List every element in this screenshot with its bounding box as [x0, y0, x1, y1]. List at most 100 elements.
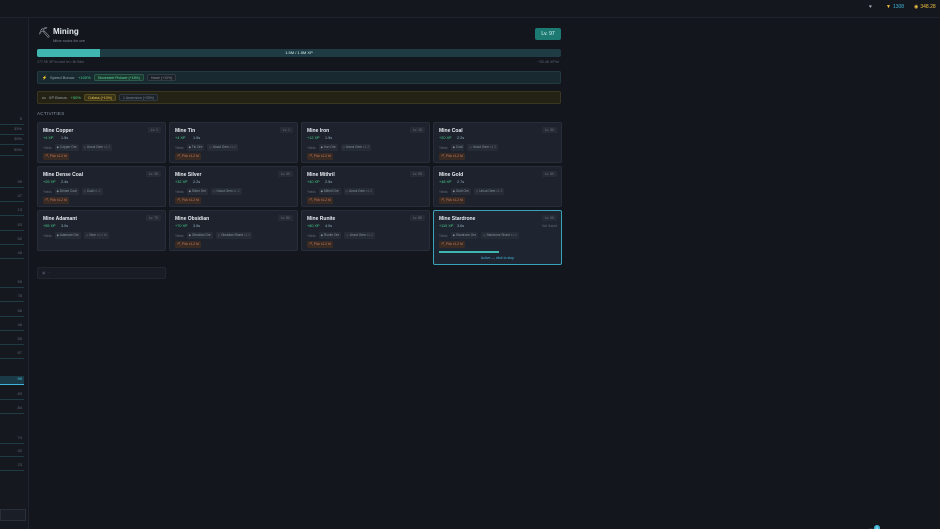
sidebar-skill-level[interactable]: 67 [0, 350, 24, 358]
sidebar-skill-level[interactable]: 23 [0, 462, 24, 470]
gem-icon: ◇ [217, 233, 221, 237]
sidebar-skill-level[interactable]: 84 [0, 405, 24, 413]
activity-yields: Yields ◆ Stardrone Ore ◇ Stardrone Shard… [439, 232, 519, 239]
sidebar-skill-level[interactable]: 83 [0, 391, 24, 399]
sidebar-skill-level[interactable]: 42 [0, 448, 24, 456]
activity-active-status[interactable]: Active — click to stop [434, 256, 561, 260]
xp-bonus-chip[interactable]: Cutlass (+10%) [83, 94, 116, 101]
sidebar-footer-button[interactable] [0, 509, 26, 521]
trophy-status[interactable]: ▼ 1308 [886, 4, 904, 10]
gem-icon: ◇ [85, 233, 89, 237]
yield-item: ◇ Uncut Gem x1-2 [211, 188, 242, 195]
sidebar-progress-line [0, 330, 24, 331]
yield-item: ◇ Uncut Gem x1-2 [207, 144, 238, 151]
activity-yields: Yields ◆ Runite Ore ◇ Uncut Gem x1-2 [307, 232, 375, 239]
sidebar-skill-level[interactable]: 46 [0, 322, 24, 330]
activity-time: 3.5s [193, 224, 201, 228]
page-title: Mining [53, 27, 79, 36]
activity-card[interactable]: Mine Runite Lv. 85 +80 XP 4.0s Yields ◆ Run… [301, 210, 430, 251]
activity-card[interactable]: Mine Mithril Lv. 55 +40 XP 2.5s Yields ◆ Mi… [301, 166, 430, 207]
yield-item-name: Stardrone Ore [455, 233, 477, 237]
tool-quantity: x1-2 lvl [452, 154, 463, 158]
activity-yields: Yields ◆ Dense Coal ◇ Coal x1-2 [43, 188, 103, 195]
ore-icon: ◆ [320, 233, 324, 237]
activity-xp: +70 XP [175, 224, 188, 228]
ore-icon: ◆ [452, 145, 456, 149]
yield-item-quantity: x1-2 [489, 145, 497, 149]
sidebar-skill-level[interactable]: 33% [0, 126, 24, 134]
xp-bonus-chip[interactable]: 1 Ascension (+25%) [118, 94, 159, 101]
sidebar-skill-level[interactable]: 56 [0, 308, 24, 316]
activity-time: 3.0s [61, 224, 69, 228]
tool-quantity: x1-2 lvl [188, 154, 199, 158]
activity-level-req: Lv. 60 [541, 171, 557, 177]
sidebar-skill-level[interactable]: 55 [0, 279, 24, 287]
yield-item-name: Coal [86, 189, 94, 193]
notification-count: 1 [874, 525, 880, 529]
activity-name: Mine Stardrone [439, 216, 476, 222]
activity-name: Mine Iron [307, 128, 330, 134]
yield-item: ◇ Coal x1-2 [81, 188, 103, 195]
yield-item: ◆ Obsidian Ore [186, 232, 213, 239]
coins-status[interactable]: ◉ 348.28 [914, 4, 936, 10]
speed-bonus-chip[interactable]: Haste (+10%) [146, 74, 177, 81]
activity-yields: Yields ◆ Silver Ore ◇ Uncut Gem x1-2 [175, 188, 242, 195]
sidebar-skill-level[interactable]: 5 [0, 116, 24, 124]
activity-card[interactable]: Mine Tin Lv. 1 +4 XP 1.5s Yields ◆ Tin Ore … [169, 122, 298, 163]
yield-item-name: Iron Ore [323, 145, 336, 149]
sidebar-skill-level[interactable]: 45 [0, 250, 24, 258]
sidebar-skill-level[interactable]: 52 [0, 236, 24, 244]
sidebar-skill-level[interactable]: 53 [0, 222, 24, 230]
yield-item: ◇ Stardrone Shard x1-2 [481, 232, 519, 239]
activity-level-req: Lv. 35 [145, 171, 161, 177]
sidebar-skill-level[interactable]: 13 [0, 207, 24, 215]
sidebar-progress-line [0, 456, 24, 457]
pickaxe-icon: ⛏ [177, 154, 182, 158]
coin-icon: ◉ [914, 4, 919, 10]
activity-card[interactable]: Mine Stardrone Lv. 95 +110 XP 3.6s Not Saved… [433, 210, 562, 265]
yield-item: ◆ Dense Coal [54, 188, 79, 195]
yield-item: ◆ Silver Ore [186, 188, 209, 195]
activity-card[interactable]: Mine Gold Lv. 60 +48 XP 2.7s Yields ◆ Gold … [433, 166, 562, 207]
yield-item-name: Dense Coal [59, 189, 77, 193]
activity-tool: ⛏ Pick x1-2 lvl [43, 153, 69, 160]
activity-card[interactable]: Mine Silver Lv. 40 +32 XP 2.2s Yields ◆ Sil… [169, 166, 298, 207]
activity-tool: ⛏ Pick x1-2 lvl [307, 153, 333, 160]
pickaxe-icon: ⛏ [177, 242, 182, 246]
activity-yields: Yields ◆ Tin Ore ◇ Uncut Gem x1-2 [175, 144, 238, 151]
speed-bonus-chip[interactable]: Stonesteel Pickaxe (+18%) [93, 74, 144, 81]
yield-item-name: Tin Ore [191, 145, 203, 149]
sidebar-skill-level[interactable]: 47 [0, 193, 24, 201]
sidebar-skill-level[interactable]: 30% [0, 136, 24, 144]
activity-yields: Yields ◆ Obsidian Ore ◇ Obsidian Shard x… [175, 232, 253, 239]
activity-yields: Yields ◆ Adamant Ore ◇ Gem x1-2 lvl [43, 232, 109, 239]
yield-item-name: Uncut Gem [86, 145, 104, 149]
heart-icon[interactable]: ♥ [869, 4, 872, 10]
pickaxe-icon: ⛏ [38, 28, 51, 39]
yield-item-quantity: x1-2 lvl [96, 233, 107, 237]
sidebar: 5 33% 30% 50% 99 47 13 53 52 45 55 78 56 46 55 67 99 83 84… [0, 18, 29, 529]
yield-item-name: Uncut Gem [348, 189, 366, 193]
sidebar-skill-level[interactable]: 50% [0, 147, 24, 155]
activity-card[interactable]: Mine Coal Lv. 30 +20 XP 2.2s Yields ◆ Coal … [433, 122, 562, 163]
activity-card[interactable]: Mine Adamant Lv. 70 +55 XP 3.0s Yields ◆ Ad… [37, 210, 166, 251]
tool-quantity: x1-2 lvl [320, 198, 331, 202]
sidebar-progress-line [0, 155, 24, 156]
activity-time: 1.5s [193, 136, 201, 140]
activity-card[interactable]: Mine Copper Lv. 1 +4 XP 1.5s Yields ◆ Coppe… [37, 122, 166, 163]
section-title: ACTIVITIES [37, 111, 65, 116]
activity-card[interactable]: Mine Iron Lv. 15 +12 XP 1.9s Yields ◆ Iron … [301, 122, 430, 163]
activity-time: 1.9s [325, 136, 333, 140]
sidebar-skill-level[interactable]: 78 [0, 293, 24, 301]
sidebar-skill-level[interactable]: 55 [0, 336, 24, 344]
activity-time: 2.5s [325, 180, 333, 184]
activity-xp: +12 XP [307, 136, 320, 140]
yields-label: Yields [307, 145, 316, 150]
sidebar-skill-level[interactable]: 99 [0, 376, 24, 384]
yields-label: Yields [43, 189, 52, 194]
sidebar-skill-level[interactable]: 74 [0, 435, 24, 443]
activity-card[interactable]: Mine Obsidian Lv. 80 +70 XP 3.5s Yields ◆ O… [169, 210, 298, 251]
sidebar-skill-level[interactable]: 99 [0, 179, 24, 187]
activity-card[interactable]: Mine Dense Coal Lv. 35 +25 XP 2.4s Yields ◆… [37, 166, 166, 207]
sidebar-progress-line [0, 187, 24, 188]
